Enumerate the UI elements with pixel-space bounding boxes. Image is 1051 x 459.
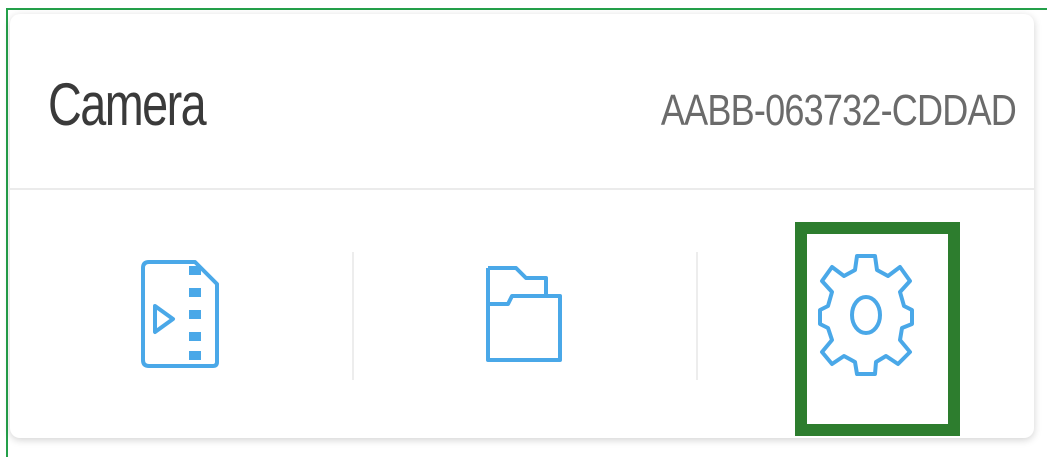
folder-icon [482, 260, 568, 368]
device-id: AABB-063732-CDDAD [660, 86, 1017, 135]
sd-card-video-icon [139, 258, 221, 370]
files-button[interactable] [354, 190, 696, 438]
camera-card-header: Camera AABB-063732-CDDAD [10, 14, 1034, 190]
sd-card-playback-button[interactable] [10, 190, 350, 438]
settings-highlight-box [795, 222, 960, 436]
camera-title: Camera [48, 71, 207, 138]
